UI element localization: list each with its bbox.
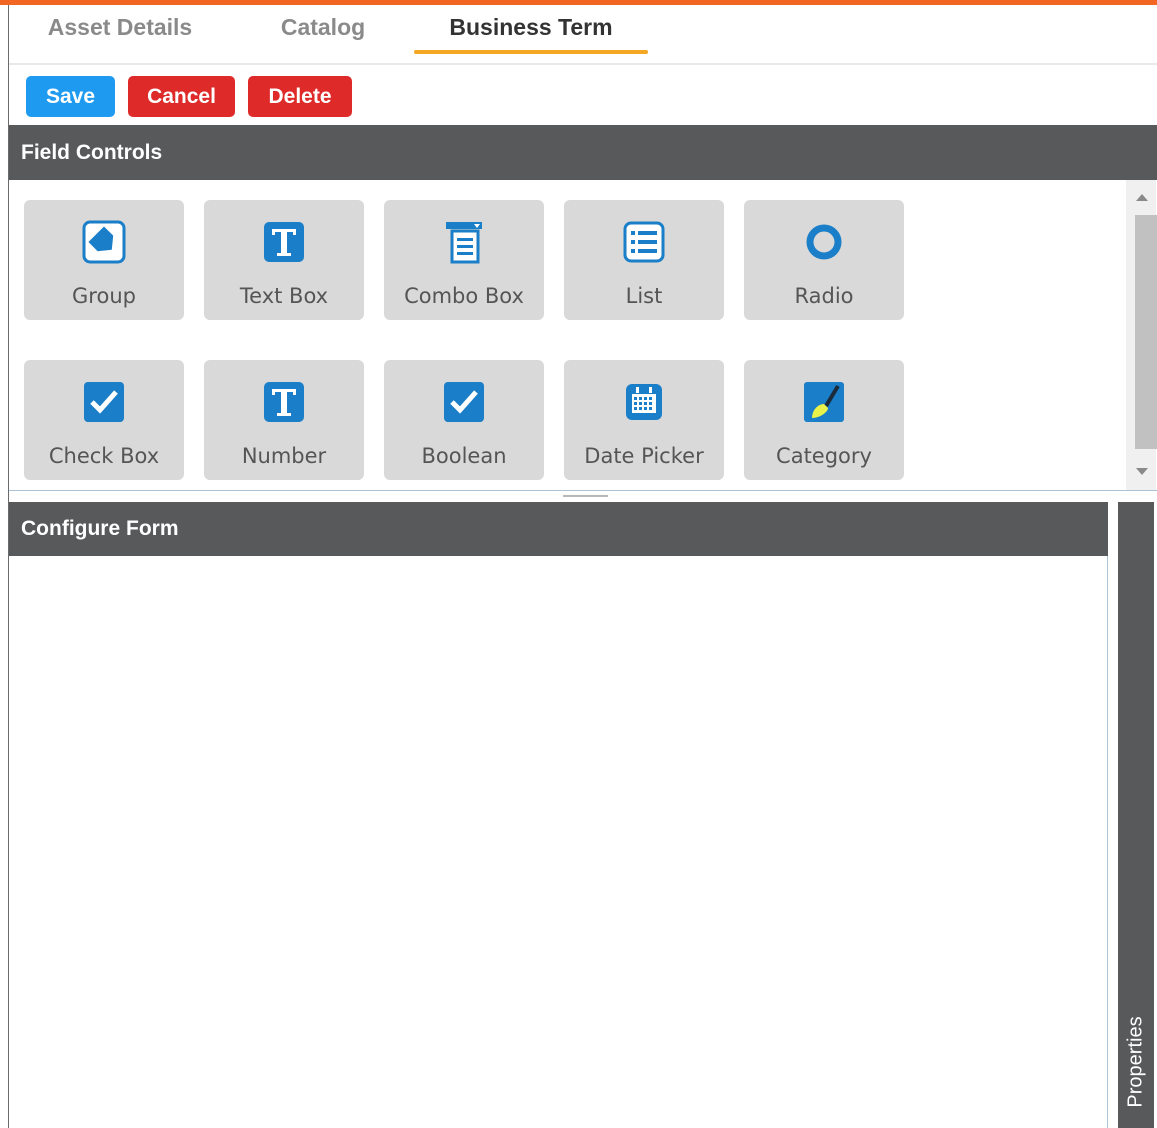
properties-label-text: Properties [1124,1016,1147,1108]
configure-form-header: Configure Form [9,502,1108,556]
checkbox-icon [444,382,484,422]
field-control-label: Text Box [239,284,329,308]
field-control-label: Combo Box [404,284,524,308]
field-control-label: Group [72,284,136,308]
checkbox-icon [84,382,124,422]
properties-label: Properties [1118,1002,1154,1122]
save-button[interactable]: Save [26,76,115,117]
configure-form-canvas[interactable] [9,556,1108,1128]
text-t-icon [264,222,304,262]
tab-business-term[interactable]: Business Term [414,5,648,57]
brush-icon [804,382,844,422]
field-control-check-box[interactable]: Check Box [24,360,184,480]
scroll-thumb[interactable] [1135,215,1157,449]
tab-asset-details[interactable]: Asset Details [24,5,216,57]
scroll-down-arrow-icon[interactable] [1136,468,1148,475]
calendar-icon [626,384,662,420]
field-control-label: List [625,284,663,308]
field-control-label: Boolean [421,444,507,468]
field-control-combo-box[interactable]: Combo Box [384,200,544,320]
field-control-label: Check Box [48,444,160,468]
field-control-category[interactable]: Category [744,360,904,480]
field-controls-header: Field Controls [9,125,1157,180]
tab-catalog[interactable]: Catalog [254,5,392,57]
panel-resize-handle[interactable] [563,495,608,497]
toolbar: Save Cancel Delete [9,65,1157,125]
cancel-button[interactable]: Cancel [128,76,235,117]
tab-bar: Asset Details Catalog Business Term [9,5,1157,65]
tag-icon [82,220,126,264]
field-control-label: Date Picker [584,444,704,468]
field-control-label: Category [776,444,872,468]
combo-box-icon [446,222,482,264]
field-controls-panel: Group Text Box Combo Box List Radio Chec… [9,180,1157,491]
delete-button[interactable]: Delete [248,76,352,117]
field-control-label: Radio [794,284,854,308]
radio-icon [806,224,842,260]
properties-panel-toggle[interactable]: Properties [1118,502,1154,1128]
field-control-label: Number [241,444,327,468]
field-control-date-picker[interactable]: Date Picker [564,360,724,480]
field-control-boolean[interactable]: Boolean [384,360,544,480]
field-controls-scrollbar[interactable] [1126,180,1157,490]
field-control-list[interactable]: List [564,200,724,320]
field-control-radio[interactable]: Radio [744,200,904,320]
field-control-group[interactable]: Group [24,200,184,320]
text-t-icon [264,382,304,422]
field-control-text-box[interactable]: Text Box [204,200,364,320]
scroll-up-arrow-icon[interactable] [1136,194,1148,201]
list-icon [623,221,665,263]
field-control-number[interactable]: Number [204,360,364,480]
